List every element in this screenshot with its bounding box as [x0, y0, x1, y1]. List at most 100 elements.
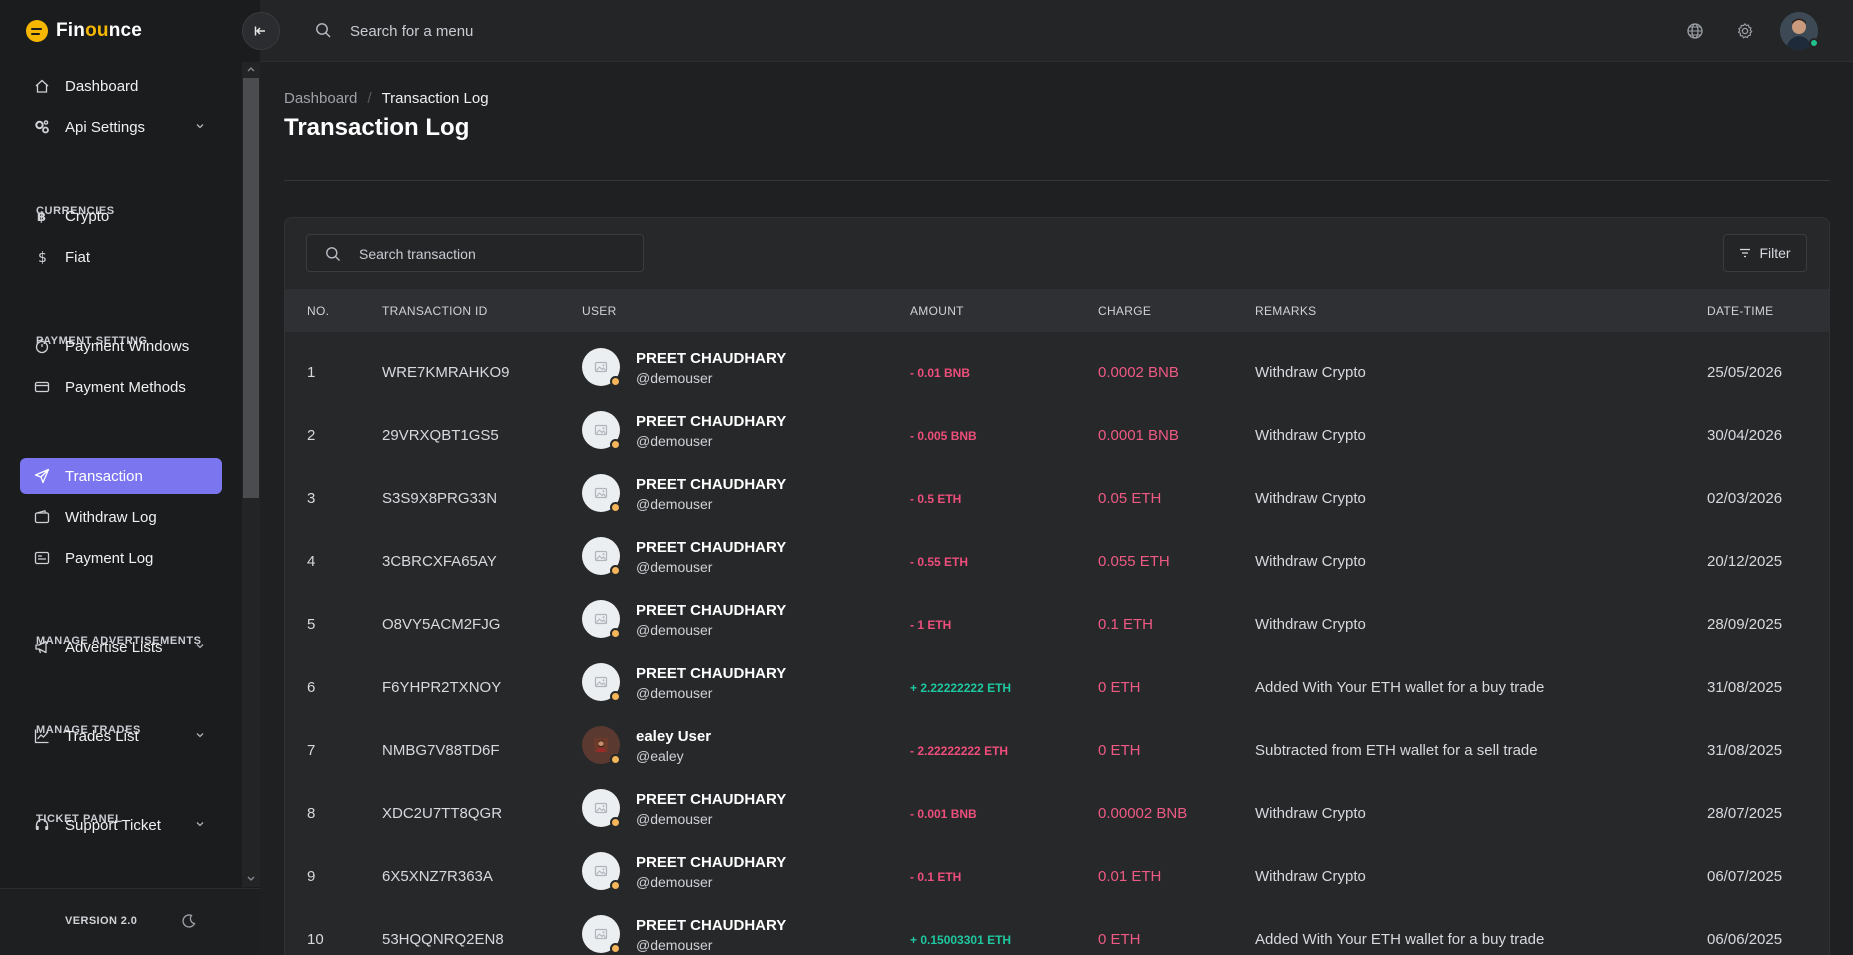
- transaction-id: 53HQQNRQ2EN8: [382, 931, 504, 948]
- sidebar-item-fiat[interactable]: $ Fiat: [20, 239, 222, 275]
- bitcoin-icon: ฿: [34, 208, 50, 224]
- receipt-icon: [34, 550, 50, 566]
- user-name: PREET CHAUDHARY: [636, 413, 787, 430]
- user-status-dot: [610, 817, 621, 828]
- gear-icon[interactable]: [1736, 22, 1754, 40]
- sidebar-item-label: Transaction: [65, 467, 143, 485]
- column-header-charge: CHARGE: [1098, 304, 1152, 318]
- row-number: 7: [307, 742, 316, 759]
- breadcrumb-separator: /: [367, 90, 372, 107]
- row-number: 5: [307, 616, 316, 633]
- version-label: VERSION 2.0: [65, 915, 138, 927]
- chevron-down-icon[interactable]: [194, 729, 206, 741]
- table-row[interactable]: 10 53HQQNRQ2EN8 PREET CHAUDHARY @demouser + …: [285, 909, 1829, 955]
- brand-logo[interactable]: Finounce: [26, 18, 142, 44]
- sidebar-scrollbar-thumb[interactable]: [243, 78, 259, 498]
- table-row[interactable]: 7 NMBG7V88TD6F ealey User @ealey - 2.2222222…: [285, 720, 1829, 783]
- date-time: 28/09/2025: [1707, 616, 1783, 633]
- charge: 0 ETH: [1098, 742, 1141, 759]
- amount: - 0.001 BNB: [910, 807, 977, 821]
- column-header-date-time: DATE-TIME: [1707, 304, 1774, 318]
- transaction-id: 29VRXQBT1GS5: [382, 427, 499, 444]
- row-number: 10: [307, 931, 324, 948]
- charge: 0.01 ETH: [1098, 868, 1162, 885]
- transaction-search-box: [306, 234, 644, 272]
- scroll-up-icon[interactable]: [246, 64, 256, 74]
- charge: 0.0002 BNB: [1098, 364, 1179, 381]
- image-placeholder-icon: [594, 361, 608, 373]
- user-status-dot: [610, 439, 621, 450]
- amount: - 1 ETH: [910, 618, 952, 632]
- user-status-dot: [610, 565, 621, 576]
- sidebar-item-label: Payment Methods: [65, 378, 186, 396]
- table-row[interactable]: 9 6X5XNZ7R363A PREET CHAUDHARY @demouser - 0…: [285, 846, 1829, 909]
- transaction-id: F6YHPR2TXNOY: [382, 679, 502, 696]
- table-row[interactable]: 3 S3S9X8PRG33N PREET CHAUDHARY @demouser - 0…: [285, 468, 1829, 531]
- sidebar-item-advertise-lists[interactable]: Advertise Lists: [20, 629, 222, 665]
- sidebar-item-crypto[interactable]: ฿ Crypto: [20, 198, 222, 234]
- charge: 0 ETH: [1098, 679, 1141, 696]
- topbar: [260, 0, 1853, 62]
- table-row[interactable]: 2 29VRXQBT1GS5 PREET CHAUDHARY @demouser - 0…: [285, 405, 1829, 468]
- user-name: PREET CHAUDHARY: [636, 917, 787, 934]
- image-placeholder-icon: [594, 928, 608, 940]
- breadcrumb-current: Transaction Log: [381, 90, 489, 107]
- sidebar-item-api-settings[interactable]: Api Settings: [20, 109, 222, 145]
- search-icon: [326, 247, 340, 261]
- table-row[interactable]: 5 O8VY5ACM2FJG PREET CHAUDHARY @demouser - 1…: [285, 594, 1829, 657]
- sidebar-item-withdraw-log[interactable]: Withdraw Log: [20, 499, 222, 535]
- column-header-no: NO.: [307, 304, 330, 318]
- table-row[interactable]: 8 XDC2U7TT8QGR PREET CHAUDHARY @demouser - 0…: [285, 783, 1829, 846]
- transaction-id: 3CBRCXFA65AY: [382, 553, 497, 570]
- finounce-logo-icon: [26, 20, 48, 42]
- moon-icon[interactable]: [181, 913, 197, 929]
- chevron-down-icon[interactable]: [194, 818, 206, 830]
- wallet-icon: [34, 509, 50, 525]
- headset-icon: [34, 817, 50, 833]
- table-header: NO. TRANSACTION ID USER AMOUNT CHARGE REMARKS…: [285, 289, 1829, 332]
- table-row[interactable]: 6 F6YHPR2TXNOY PREET CHAUDHARY @demouser + 2…: [285, 657, 1829, 720]
- sidebar-item-payment-log[interactable]: Payment Log: [20, 540, 222, 576]
- table-row[interactable]: 1 WRE7KMRAHKO9 PREET CHAUDHARY @demouser - 0…: [285, 342, 1829, 405]
- date-time: 02/03/2026: [1707, 490, 1783, 507]
- dollar-icon: $: [34, 249, 50, 265]
- user-name: ealey User: [636, 728, 712, 745]
- remarks: Withdraw Crypto: [1255, 616, 1366, 633]
- sidebar-item-dashboard[interactable]: Dashboard: [20, 68, 222, 104]
- sidebar-item-transaction[interactable]: Transaction: [20, 458, 222, 494]
- sidebar-item-support-ticket[interactable]: Support Ticket: [20, 807, 222, 843]
- user-handle: @demouser: [636, 811, 713, 827]
- globe-icon[interactable]: [1686, 22, 1704, 40]
- page-title: Transaction Log: [284, 114, 470, 141]
- chevron-down-icon[interactable]: [194, 640, 206, 652]
- sidebar-item-payment-methods[interactable]: Payment Methods: [20, 369, 222, 405]
- scroll-down-icon[interactable]: [246, 874, 256, 884]
- collapse-sidebar-button[interactable]: [242, 12, 280, 50]
- breadcrumb-dashboard-link[interactable]: Dashboard: [284, 90, 357, 107]
- home-icon: [34, 78, 50, 94]
- sidebar-item-label: Support Ticket: [65, 816, 161, 834]
- svg-text:฿: ฿: [37, 210, 46, 224]
- search-icon: [316, 23, 331, 38]
- row-number: 8: [307, 805, 316, 822]
- online-status-dot: [1809, 38, 1819, 48]
- chevron-down-icon[interactable]: [194, 120, 206, 132]
- sidebar-item-label: Dashboard: [65, 77, 139, 95]
- remarks: Added With Your ETH wallet for a buy tra…: [1255, 679, 1545, 696]
- table-row[interactable]: 4 3CBRCXFA65AY PREET CHAUDHARY @demouser - 0…: [285, 531, 1829, 594]
- sidebar-item-payment-windows[interactable]: Payment Windows: [20, 328, 222, 364]
- user-name: PREET CHAUDHARY: [636, 602, 787, 619]
- sidebar-item-trades-list[interactable]: Trades List: [20, 718, 222, 754]
- menu-search-input[interactable]: [350, 19, 750, 43]
- transaction-id: 6X5XNZ7R363A: [382, 868, 493, 885]
- date-time: 28/07/2025: [1707, 805, 1783, 822]
- date-time: 30/04/2026: [1707, 427, 1783, 444]
- user-name: PREET CHAUDHARY: [636, 665, 787, 682]
- send-icon: [34, 468, 50, 484]
- date-time: 20/12/2025: [1707, 553, 1783, 570]
- transaction-search-input[interactable]: [359, 243, 629, 265]
- amount: - 0.5 ETH: [910, 492, 962, 506]
- user-handle: @demouser: [636, 433, 713, 449]
- sidebar-item-label: Trades List: [65, 727, 139, 745]
- filter-button[interactable]: Filter: [1723, 234, 1807, 272]
